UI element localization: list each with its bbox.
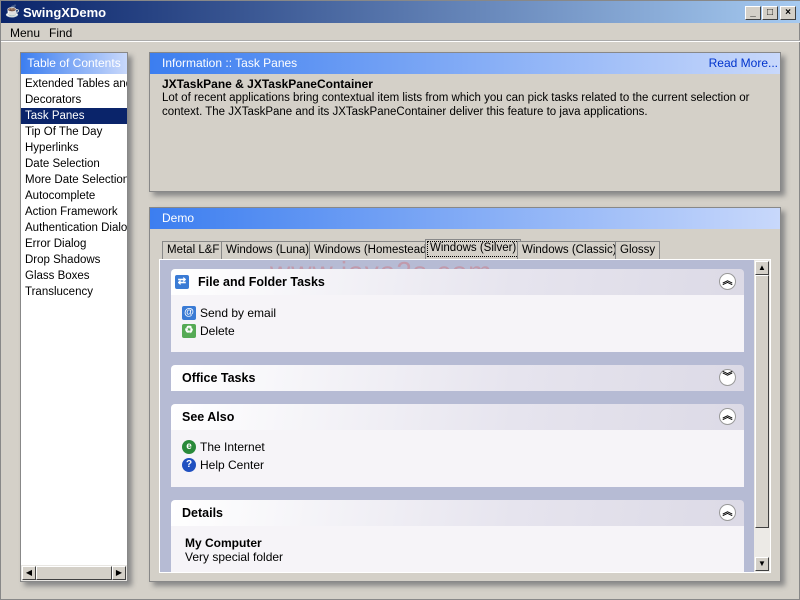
- close-button[interactable]: ×: [780, 6, 796, 20]
- task-pane-container: www.java2s.com ⇄ File and Folder Tasks ︽…: [159, 259, 771, 573]
- email-icon: @: [182, 306, 196, 320]
- info-heading: JXTaskPane & JXTaskPaneContainer: [162, 77, 373, 91]
- title-bar: ☕ SwingXDemo _ □ ×: [1, 1, 800, 23]
- help-icon: ?: [182, 458, 196, 472]
- toc-item[interactable]: Extended Tables and: [21, 76, 127, 92]
- globe-icon: e: [182, 440, 196, 454]
- toc-item[interactable]: Translucency: [21, 284, 127, 300]
- demo-header: Demo: [150, 208, 780, 229]
- table-of-contents: Table of Contents Extended Tables and Dec…: [20, 52, 128, 582]
- scroll-left-button[interactable]: ◀: [22, 566, 36, 580]
- information-panel: Information :: Task Panes Read More... J…: [149, 52, 781, 192]
- toc-item[interactable]: Authentication Dialogs: [21, 220, 127, 236]
- task-delete[interactable]: ♻ Delete: [182, 322, 733, 340]
- detail-title: My Computer: [185, 536, 262, 550]
- recycle-bin-icon: ♻: [182, 324, 196, 338]
- task-pane-office: Office Tasks ︾: [171, 365, 744, 391]
- menu-bar: Menu Find: [1, 23, 800, 42]
- toc-item[interactable]: Action Framework: [21, 204, 127, 220]
- tab[interactable]: Metal L&F: [162, 241, 225, 259]
- toc-item[interactable]: Tip Of The Day: [21, 124, 127, 140]
- info-header: Information :: Task Panes: [150, 53, 780, 74]
- pane-header[interactable]: Details ︽: [171, 500, 744, 526]
- expand-icon[interactable]: ︾: [719, 369, 736, 386]
- detail-text: Very special folder: [185, 550, 284, 564]
- link-internet[interactable]: e The Internet: [182, 438, 733, 456]
- toc-item[interactable]: Decorators: [21, 92, 127, 108]
- task-send-email[interactable]: @ Send by email: [182, 304, 733, 322]
- window-title: SwingXDemo: [23, 5, 107, 20]
- task-pane-see-also: See Also ︽ e The Internet ? Help Center: [171, 404, 744, 487]
- toc-item[interactable]: Drop Shadows: [21, 252, 127, 268]
- pane-header[interactable]: Office Tasks ︾: [171, 365, 744, 391]
- menu-find[interactable]: Find: [49, 26, 72, 40]
- tab[interactable]: Windows (Homestead): [309, 241, 436, 259]
- task-label: Send by email: [200, 306, 277, 320]
- scroll-up-button[interactable]: ▲: [755, 261, 769, 275]
- pane-header[interactable]: ⇄ File and Folder Tasks ︽: [171, 269, 744, 295]
- task-label: Delete: [200, 324, 235, 338]
- folder-tasks-icon: ⇄: [175, 275, 189, 289]
- task-pane-details: Details ︽ My Computer Very special folde…: [171, 500, 744, 572]
- pane-title: See Also: [182, 410, 235, 424]
- vertical-scrollbar[interactable]: ▲ ▼: [754, 260, 770, 572]
- scroll-thumb[interactable]: [36, 566, 112, 580]
- tab[interactable]: Windows (Luna): [221, 241, 315, 259]
- tab[interactable]: Glossy: [615, 241, 661, 259]
- pane-title: Details: [182, 506, 223, 520]
- maximize-button[interactable]: □: [762, 6, 778, 20]
- task-pane-file-folder: ⇄ File and Folder Tasks ︽ @ Send by email…: [171, 269, 744, 352]
- toc-item[interactable]: Glass Boxes: [21, 268, 127, 284]
- scroll-right-button[interactable]: ▶: [112, 566, 126, 580]
- demo-panel: Demo Metal L&F Windows (Luna) Windows (Hom…: [149, 207, 781, 582]
- collapse-icon[interactable]: ︽: [719, 504, 736, 521]
- info-text: Lot of recent applications bring context…: [162, 92, 750, 118]
- scroll-thumb[interactable]: [755, 275, 769, 528]
- toc-header: Table of Contents: [21, 53, 127, 74]
- minimize-button[interactable]: _: [745, 6, 761, 20]
- read-more-link[interactable]: Read More...: [709, 56, 778, 70]
- scroll-down-button[interactable]: ▼: [755, 557, 769, 571]
- toc-item[interactable]: Hyperlinks: [21, 140, 127, 156]
- collapse-icon[interactable]: ︽: [719, 408, 736, 425]
- link-help-center[interactable]: ? Help Center: [182, 456, 733, 474]
- pane-title: File and Folder Tasks: [198, 275, 325, 289]
- menu-menu[interactable]: Menu: [10, 26, 40, 40]
- task-label: Help Center: [200, 458, 265, 472]
- toc-item[interactable]: Task Panes: [21, 108, 127, 124]
- horizontal-scrollbar[interactable]: ◀ ▶: [21, 565, 127, 581]
- pane-header[interactable]: See Also ︽: [171, 404, 744, 430]
- task-label: The Internet: [200, 440, 265, 454]
- tab[interactable]: Windows (Classic): [517, 241, 622, 259]
- tab[interactable]: Windows (Silver): [425, 239, 522, 259]
- java-cup-icon: ☕: [5, 4, 20, 18]
- toc-item[interactable]: Error Dialog: [21, 236, 127, 252]
- toc-item[interactable]: Autocomplete: [21, 188, 127, 204]
- toc-item[interactable]: Date Selection: [21, 156, 127, 172]
- collapse-icon[interactable]: ︽: [719, 273, 736, 290]
- toc-item[interactable]: More Date Selection: [21, 172, 127, 188]
- pane-title: Office Tasks: [182, 371, 256, 385]
